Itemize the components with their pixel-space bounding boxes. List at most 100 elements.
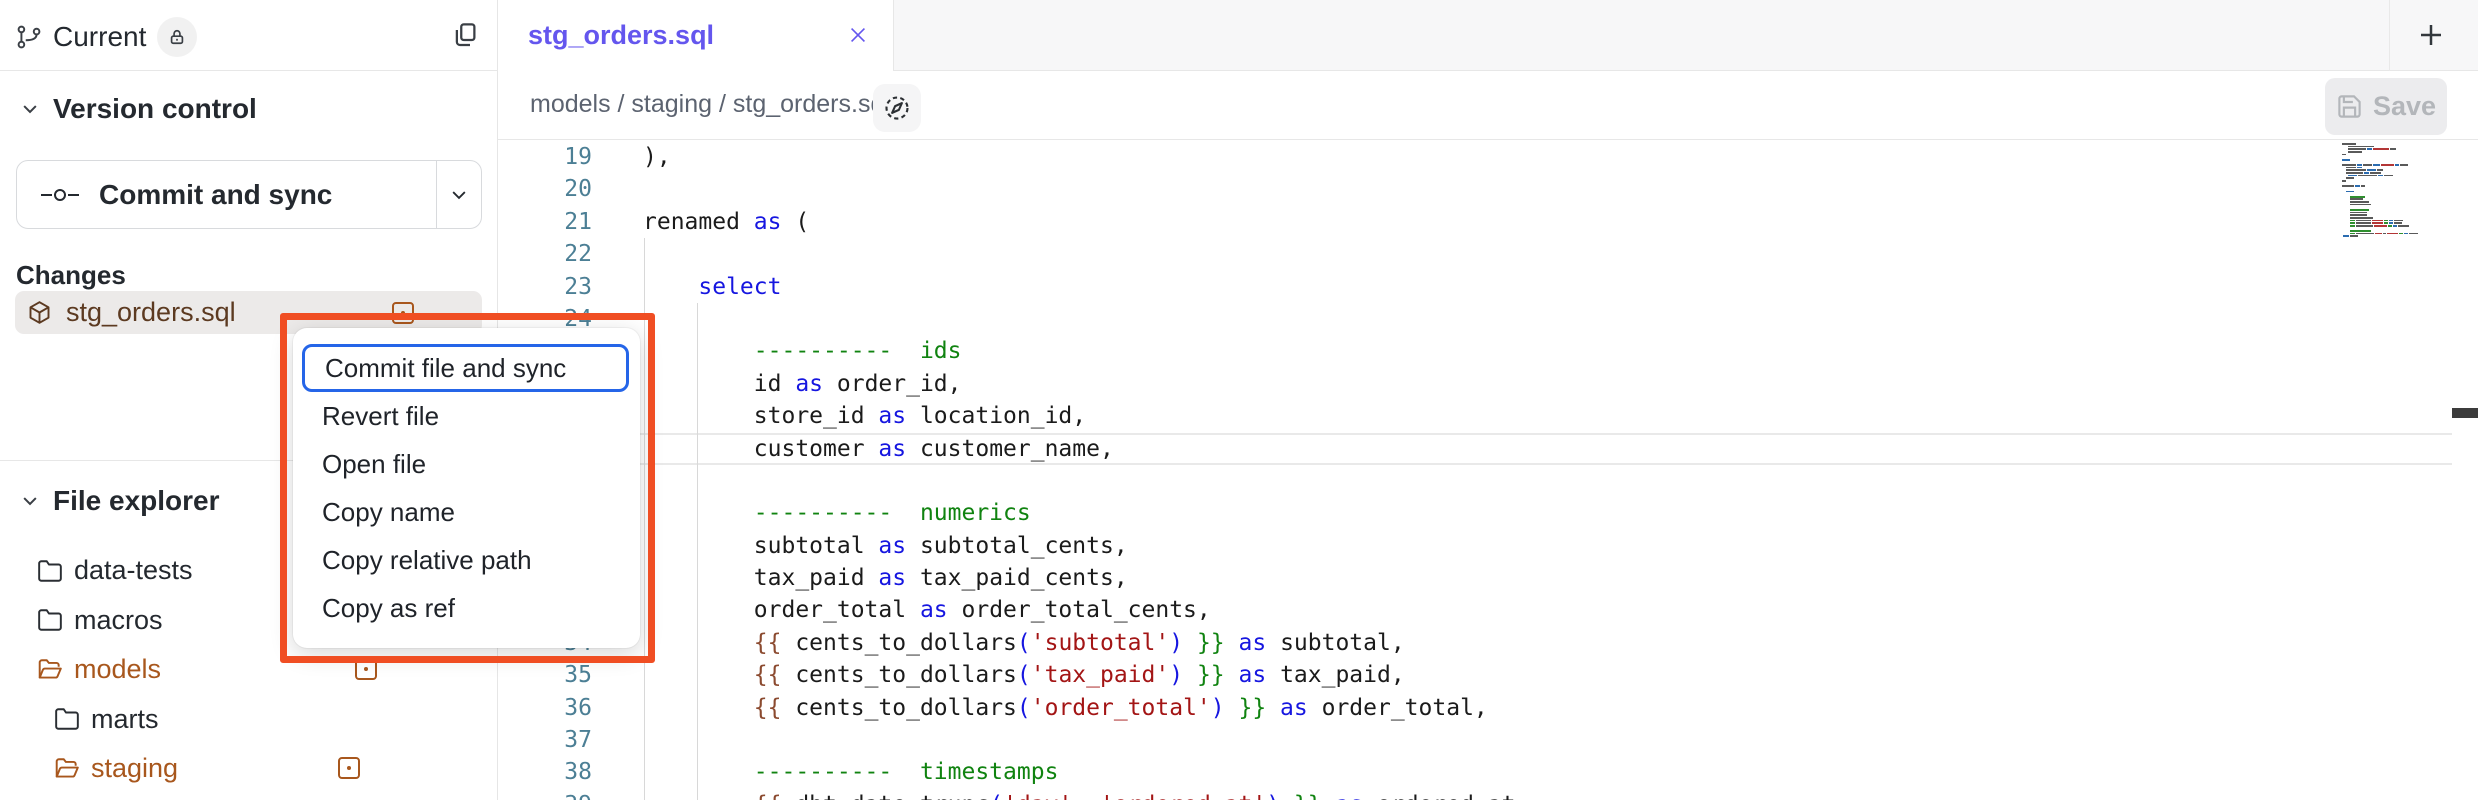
code-text: {{ dbt.date_trunc('day', 'ordered_at') }… bbox=[592, 789, 1516, 800]
chevron-down-icon bbox=[20, 491, 40, 511]
code-text: order_total as order_total_cents, bbox=[592, 594, 1211, 626]
modified-indicator-icon bbox=[338, 757, 360, 779]
folder-icon bbox=[54, 706, 80, 732]
folder-icon bbox=[37, 558, 63, 584]
git-branch-icon bbox=[16, 23, 42, 51]
line-number: 23 bbox=[498, 271, 592, 303]
line-number: 20 bbox=[498, 173, 592, 205]
code-line-20: 20 bbox=[498, 173, 2478, 205]
minimap[interactable] bbox=[2340, 143, 2452, 239]
code-text: ---------- numerics bbox=[592, 497, 1031, 529]
branch-selector[interactable]: Current bbox=[16, 17, 197, 57]
changes-section-title: Changes bbox=[16, 260, 126, 291]
modified-indicator-icon bbox=[355, 658, 377, 680]
commit-and-sync-button[interactable]: Commit and sync bbox=[16, 160, 482, 229]
line-number: 36 bbox=[498, 692, 592, 724]
menu-item-revert-file[interactable]: Revert file bbox=[293, 392, 640, 440]
code-line-30: 30 ---------- numerics bbox=[498, 497, 2478, 529]
version-control-title: Version control bbox=[53, 93, 257, 125]
save-floppy-icon bbox=[2336, 93, 2363, 120]
sidebar-item-staging[interactable]: staging bbox=[0, 744, 498, 794]
code-line-24: 24 bbox=[498, 303, 2478, 335]
sidebar-item-marts[interactable]: marts bbox=[0, 695, 498, 745]
tab-label: stg_orders.sql bbox=[528, 20, 714, 51]
close-tab-icon[interactable] bbox=[847, 24, 869, 46]
lineage-button[interactable] bbox=[873, 84, 921, 132]
code-line-22: 22 bbox=[498, 238, 2478, 270]
commit-and-sync-main[interactable]: Commit and sync bbox=[17, 161, 436, 228]
breadcrumb-bar: models / staging / stg_orders.sql Save bbox=[498, 71, 2478, 140]
chevron-down-icon bbox=[449, 185, 469, 205]
file-context-menu: Commit file and syncRevert fileOpen file… bbox=[293, 328, 640, 648]
code-text: customer as customer_name, bbox=[592, 433, 1114, 465]
breadcrumb: models / staging / stg_orders.sql bbox=[530, 90, 890, 119]
tab-strip: stg_orders.sql bbox=[498, 0, 2478, 71]
folder-icon bbox=[37, 607, 63, 633]
code-text: renamed as ( bbox=[592, 206, 809, 238]
code-text: {{ cents_to_dollars('tax_paid') }} as ta… bbox=[592, 659, 1405, 691]
folder-name: staging bbox=[91, 753, 178, 784]
lineage-compass-icon bbox=[882, 93, 912, 123]
code-editor[interactable]: 19),2021renamed as (2223 select2425 ----… bbox=[498, 140, 2478, 800]
code-line-31: 31 subtotal as subtotal_cents, bbox=[498, 530, 2478, 562]
code-line-19: 19), bbox=[498, 141, 2478, 173]
line-number: 37 bbox=[498, 724, 592, 756]
folder-name: macros bbox=[74, 605, 163, 636]
code-text: tax_paid as tax_paid_cents, bbox=[592, 562, 1128, 594]
line-number: 19 bbox=[498, 141, 592, 173]
code-text: {{ cents_to_dollars('order_total') }} as… bbox=[592, 692, 1488, 724]
code-text: ), bbox=[592, 141, 671, 173]
model-cube-icon bbox=[26, 299, 53, 326]
code-line-34: 34 {{ cents_to_dollars('subtotal') }} as… bbox=[498, 627, 2478, 659]
code-text: {{ cents_to_dollars('subtotal') }} as su… bbox=[592, 627, 1405, 659]
menu-item-copy-name[interactable]: Copy name bbox=[293, 488, 640, 536]
line-number: 22 bbox=[498, 238, 592, 270]
line-number: 38 bbox=[498, 756, 592, 788]
folder-name: models bbox=[74, 654, 161, 685]
code-text bbox=[592, 724, 643, 756]
scrollbar-cursor-marker bbox=[2452, 408, 2478, 418]
save-button[interactable]: Save bbox=[2325, 78, 2447, 135]
copy-branch-icon[interactable] bbox=[450, 20, 480, 50]
new-tab-icon[interactable] bbox=[2416, 20, 2446, 50]
branch-name: Current bbox=[53, 21, 146, 53]
branch-readonly-badge bbox=[157, 17, 197, 57]
code-line-26: 26 id as order_id, bbox=[498, 368, 2478, 400]
menu-item-copy-as-ref[interactable]: Copy as ref bbox=[293, 584, 640, 632]
commit-options-dropdown[interactable] bbox=[436, 161, 481, 228]
code-line-32: 32 tax_paid as tax_paid_cents, bbox=[498, 562, 2478, 594]
tab-stg-orders[interactable]: stg_orders.sql bbox=[498, 0, 894, 71]
tabstrip-divider bbox=[2389, 0, 2390, 71]
code-text bbox=[592, 173, 643, 205]
code-line-21: 21renamed as ( bbox=[498, 206, 2478, 238]
chevron-down-icon bbox=[20, 99, 40, 119]
version-control-header[interactable]: Version control 1 bbox=[0, 86, 498, 132]
code-text: select bbox=[592, 271, 781, 303]
code-line-38: 38 ---------- timestamps bbox=[498, 756, 2478, 788]
code-line-35: 35 {{ cents_to_dollars('tax_paid') }} as… bbox=[498, 659, 2478, 691]
code-line-37: 37 bbox=[498, 724, 2478, 756]
line-number: 21 bbox=[498, 206, 592, 238]
branch-bar: Current bbox=[0, 0, 498, 71]
code-line-33: 33 order_total as order_total_cents, bbox=[498, 594, 2478, 626]
menu-item-copy-relative-path[interactable]: Copy relative path bbox=[293, 536, 640, 584]
code-text: ---------- timestamps bbox=[592, 756, 1058, 788]
code-line-39: 39 {{ dbt.date_trunc('day', 'ordered_at'… bbox=[498, 789, 2478, 800]
code-line-25: 25 ---------- ids bbox=[498, 335, 2478, 367]
git-commit-icon bbox=[39, 181, 81, 209]
line-number: 35 bbox=[498, 659, 592, 691]
main-area: stg_orders.sql models / staging / stg_or… bbox=[498, 0, 2478, 800]
sidebar-item-models[interactable]: models bbox=[0, 645, 498, 695]
modified-indicator-icon bbox=[392, 302, 414, 324]
code-text: store_id as location_id, bbox=[592, 400, 1086, 432]
menu-item-commit-file-and-sync[interactable]: Commit file and sync bbox=[302, 344, 629, 392]
folder-open-icon bbox=[54, 756, 80, 782]
dbt-ide-window: Current bbox=[0, 0, 2478, 800]
changed-file-name: stg_orders.sql bbox=[66, 297, 236, 328]
code-line-28: 28 customer as customer_name, bbox=[498, 433, 2478, 465]
code-line-27: 27 store_id as location_id, bbox=[498, 400, 2478, 432]
menu-item-open-file[interactable]: Open file bbox=[293, 440, 640, 488]
code-text: id as order_id, bbox=[592, 368, 962, 400]
code-text bbox=[592, 238, 643, 270]
save-label: Save bbox=[2373, 91, 2436, 122]
